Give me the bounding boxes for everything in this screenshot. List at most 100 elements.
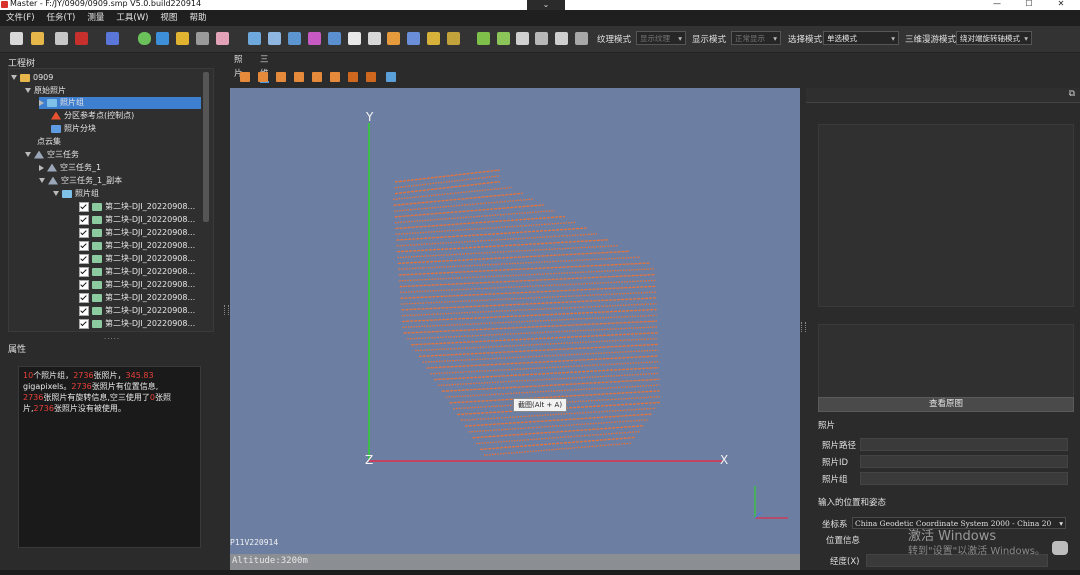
display-mode-select[interactable]: 正常显示 ▾ (731, 31, 781, 45)
report-icon[interactable] (368, 32, 381, 45)
fit-view-icon[interactable] (386, 72, 396, 82)
tree-photo[interactable]: 第二块-DJI_20220908... (79, 201, 195, 213)
expand-icon[interactable] (25, 152, 31, 157)
tree-scrollbar[interactable] (203, 72, 209, 222)
new-project-icon[interactable] (10, 32, 23, 45)
photo-export-icon[interactable] (328, 32, 341, 45)
close-project-icon[interactable] (75, 32, 88, 45)
tree-item-photo-blocks[interactable]: 照片分块 (51, 123, 96, 135)
checkbox[interactable] (79, 305, 89, 316)
checkbox[interactable] (79, 292, 89, 303)
view-bottom-icon[interactable] (330, 72, 340, 82)
expand-icon[interactable] (11, 75, 17, 80)
photo-id-field[interactable] (860, 455, 1068, 468)
tree-photo[interactable]: 第二块-DJI_20220908... (79, 292, 195, 304)
edit-model-icon[interactable] (555, 32, 568, 45)
tree-item-point-cloud[interactable]: 点云集 (37, 136, 61, 148)
tree-photo[interactable]: 第二块-DJI_20220908... (79, 279, 195, 291)
panel-splitter[interactable]: ..... (104, 333, 120, 341)
view-iso2-icon[interactable] (366, 72, 376, 82)
menu-view[interactable]: 视图 (160, 10, 177, 26)
expand-icon[interactable] (53, 191, 59, 196)
photo-path-field[interactable] (860, 438, 1068, 451)
photo-edit-icon[interactable] (308, 32, 321, 45)
select-mode-select[interactable]: 单选模式 ▾ (823, 31, 899, 45)
input-pose-title: 输入的位置和姿态 (818, 498, 887, 508)
maximize-button[interactable]: ☐ (1014, 0, 1044, 8)
tree-item-at-1-copy[interactable]: 空三任务_1_副本 (39, 175, 122, 187)
checkbox[interactable] (79, 214, 89, 225)
image-icon[interactable] (348, 32, 361, 45)
control-point-icon[interactable] (447, 32, 460, 45)
checkbox[interactable] (79, 201, 89, 212)
view-left-icon[interactable] (276, 72, 286, 82)
import-photos-icon[interactable] (248, 32, 261, 45)
open-folder-icon[interactable] (31, 32, 44, 45)
area-icon[interactable] (176, 32, 189, 45)
scene-canvas[interactable]: Y Z X (230, 88, 800, 570)
tree-photo[interactable]: 第二块-DJI_20220908... (79, 266, 195, 278)
view-original-button[interactable]: 查看原图 (818, 397, 1074, 412)
title-dropdown-icon[interactable]: ⌄ (527, 0, 565, 10)
tree-photo[interactable]: 第二块-DJI_20220908... (79, 253, 195, 265)
save-icon[interactable] (55, 32, 68, 45)
minimize-button[interactable]: — (982, 0, 1012, 8)
menu-tools[interactable]: 工具(W) (116, 10, 148, 26)
grid-icon[interactable] (106, 32, 119, 45)
checkbox[interactable] (79, 227, 89, 238)
tree-item-project[interactable]: 0909 (11, 72, 53, 84)
close-button[interactable]: ✕ (1046, 0, 1076, 8)
view-back-icon[interactable] (258, 72, 268, 82)
eraser-icon[interactable] (216, 32, 229, 45)
chart-icon[interactable] (407, 32, 420, 45)
aerotriangulation-icon[interactable] (477, 32, 490, 45)
checkbox[interactable] (79, 279, 89, 290)
checkbox[interactable] (79, 253, 89, 264)
menu-help[interactable]: 帮助 (189, 10, 206, 26)
tree-item-control-points[interactable]: 分区参考点(控制点) (51, 110, 134, 122)
tree-photo[interactable]: 第二块-DJI_20220908... (79, 227, 195, 239)
checkbox[interactable] (79, 240, 89, 251)
expand-icon[interactable] (39, 178, 45, 183)
measure-line-icon[interactable] (156, 32, 169, 45)
menu-file[interactable]: 文件(F) (6, 10, 35, 26)
people-icon[interactable] (268, 32, 281, 45)
tree-item-at-1[interactable]: 空三任务_1 (39, 162, 101, 174)
photo-group-field[interactable] (860, 472, 1068, 485)
navigation-mode-select[interactable]: 绕对端旋转轴模式 ▾ (956, 31, 1032, 45)
view-iso-icon[interactable] (348, 72, 358, 82)
reconstruction-icon[interactable] (497, 32, 510, 45)
tile-icon[interactable] (535, 32, 548, 45)
collapse-icon[interactable] (39, 99, 44, 106)
menu-measure[interactable]: 测量 (87, 10, 104, 26)
3d-viewport[interactable]: Y Z X 截图(Alt + A) P11V220914 Altitude:32… (230, 88, 800, 570)
tree-photo[interactable]: 第二块-DJI_20220908... (79, 305, 195, 317)
checkbox[interactable] (79, 266, 89, 277)
tree-photo[interactable]: 第二块-DJI_20220908... (79, 214, 195, 226)
menu-task[interactable]: 任务(T) (47, 10, 76, 26)
collapse-icon[interactable] (39, 164, 44, 171)
tree-photo[interactable]: 第二块-DJI_20220908... (79, 240, 195, 252)
right-splitter-handle[interactable] (801, 322, 806, 332)
volume-icon[interactable] (196, 32, 209, 45)
camera-icon[interactable] (288, 32, 301, 45)
tree-item-photo-group[interactable]: 照片组 (39, 97, 201, 109)
expand-icon[interactable] (25, 88, 31, 93)
tree-item-aerotriangulation[interactable]: 空三任务 (25, 149, 79, 161)
model-icon[interactable] (387, 32, 400, 45)
location-pin-icon[interactable] (138, 32, 151, 45)
settings-icon[interactable] (575, 32, 588, 45)
view-top-icon[interactable] (312, 72, 322, 82)
tree-photo[interactable]: 第二块-DJI_20220908... (79, 318, 195, 330)
tree-item-original-photos[interactable]: 原始照片 (25, 85, 66, 97)
checkbox[interactable] (79, 318, 89, 329)
tree-item-at-photo-group[interactable]: 照片组 (53, 188, 99, 200)
view-right-icon[interactable] (294, 72, 304, 82)
flight-line (476, 430, 640, 445)
transform-icon[interactable] (427, 32, 440, 45)
view-front-icon[interactable] (240, 72, 250, 82)
left-splitter-handle[interactable] (224, 305, 229, 315)
texture-mode-select[interactable]: 显示纹理 ▾ (636, 31, 686, 45)
mesh-icon[interactable] (516, 32, 529, 45)
restore-icon[interactable]: ⧉ (1069, 89, 1075, 99)
